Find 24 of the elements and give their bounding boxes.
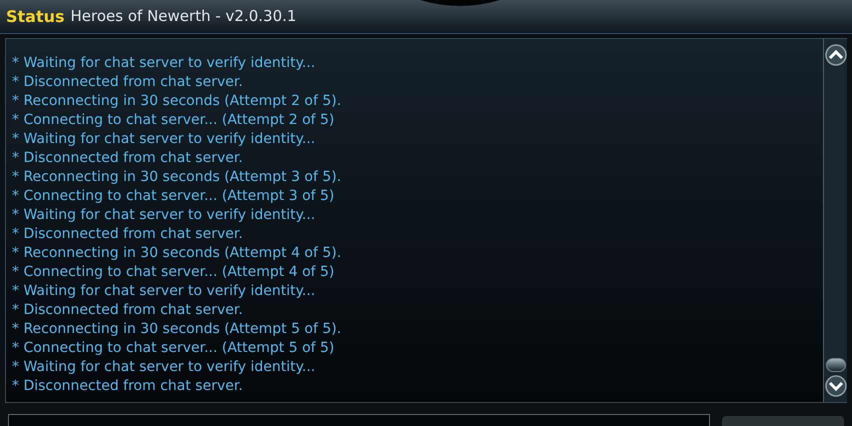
log-line: * Connecting to chat server... (Attempt 3 of 5) xyxy=(12,187,336,206)
log-line: * Connecting to chat server... (Attempt 5 of 5) xyxy=(12,339,336,358)
log-line: * Connecting to chat server... (Attempt 2 of 5) xyxy=(12,111,336,130)
log-line: * Reconnecting in 30 seconds (Attempt 2 of 5). xyxy=(12,92,342,111)
chat-input-field[interactable] xyxy=(8,414,710,426)
log-line: * Disconnected from chat server. xyxy=(12,73,244,92)
log-line: * Disconnected from chat server. xyxy=(12,225,244,244)
window-subtitle: Heroes of Newerth - v2.0.30.1 xyxy=(70,6,296,28)
log-line: * Waiting for chat server to verify identity... xyxy=(12,130,316,149)
log-line: * Reconnecting in 30 seconds (Attempt 4 of 5). xyxy=(12,244,342,263)
log-line: * Waiting for chat server to verify identity... xyxy=(12,282,316,301)
log-line: * Disconnected from chat server. xyxy=(12,377,244,396)
log-line: * Disconnected from chat server. xyxy=(12,149,244,168)
log-line: * Waiting for chat server to verify identity... xyxy=(12,358,316,377)
log-line: * Waiting for chat server to verify identity... xyxy=(12,54,316,73)
log-line: * Waiting for chat server to verify identity... xyxy=(12,206,316,225)
scroll-up-icon[interactable] xyxy=(824,44,846,66)
log-line: * Connecting to chat server... (Attempt 4 of 5) xyxy=(12,263,336,282)
scroll-down-icon[interactable] xyxy=(824,375,846,397)
log-line: * Reconnecting in 30 seconds (Attempt 3 of 5). xyxy=(12,168,342,187)
window-title: Status xyxy=(6,6,65,28)
log-line: * Disconnected from chat server. xyxy=(12,301,244,320)
scroll-thumb[interactable] xyxy=(826,358,846,372)
log-line: * Reconnecting in 30 seconds (Attempt 5 of 5). xyxy=(12,320,342,339)
